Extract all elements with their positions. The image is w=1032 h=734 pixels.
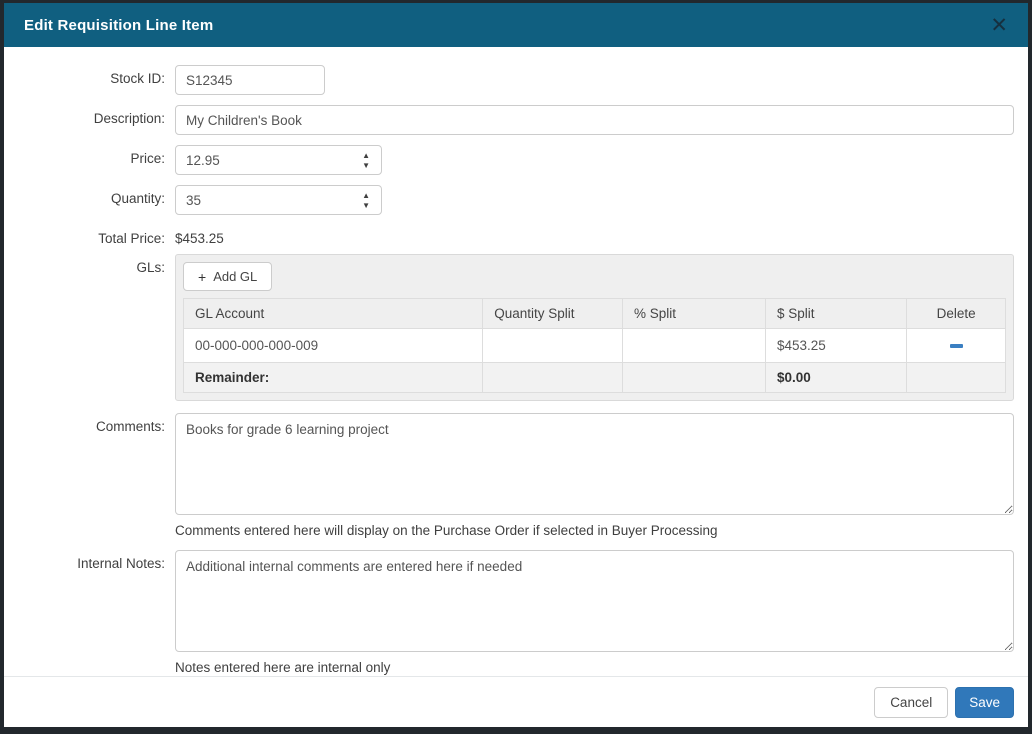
description-row: Description: (4, 105, 1014, 135)
quantity-split-header: Quantity Split (483, 299, 623, 329)
modal-header: Edit Requisition Line Item ✕ (4, 3, 1028, 47)
comments-helper-text: Comments entered here will display on th… (175, 523, 1014, 538)
percent-split-cell[interactable] (622, 329, 765, 363)
price-label: Price: (4, 145, 175, 175)
remainder-label: Remainder: (184, 363, 483, 393)
close-icon[interactable]: ✕ (988, 13, 1010, 38)
gl-panel: + Add GL GL Account Quantity Split % Spl… (175, 254, 1014, 401)
modal-body: Stock ID: Description: Price: ▲ ▼ (4, 47, 1028, 676)
comments-textarea[interactable]: Books for grade 6 learning project (175, 413, 1014, 515)
price-spinner: ▲ ▼ (175, 145, 382, 175)
spin-up-icon[interactable]: ▲ (362, 192, 370, 199)
gl-account-header: GL Account (184, 299, 483, 329)
gl-table-header-row: GL Account Quantity Split % Split $ Spli… (184, 299, 1006, 329)
add-gl-button[interactable]: + Add GL (183, 262, 272, 291)
add-gl-button-label: Add GL (213, 269, 257, 284)
total-price-value: $453.25 (175, 225, 1014, 246)
total-price-label: Total Price: (4, 225, 175, 246)
remainder-delete-cell (907, 363, 1006, 393)
internal-notes-row: Internal Notes: Additional internal comm… (4, 550, 1014, 675)
minus-icon[interactable] (950, 344, 963, 348)
spin-up-icon[interactable]: ▲ (362, 152, 370, 159)
comments-row: Comments: Books for grade 6 learning pro… (4, 413, 1014, 538)
gl-table-row: 00-000-000-000-009 $453.25 (184, 329, 1006, 363)
remainder-percent-split (622, 363, 765, 393)
description-label: Description: (4, 105, 175, 135)
gl-remainder-row: Remainder: $0.00 (184, 363, 1006, 393)
modal-title: Edit Requisition Line Item (24, 17, 988, 34)
dollar-split-header: $ Split (765, 299, 906, 329)
remainder-quantity-split (483, 363, 623, 393)
spin-down-icon[interactable]: ▼ (362, 202, 370, 209)
quantity-split-cell[interactable] (483, 329, 623, 363)
delete-cell (907, 329, 1006, 363)
price-input[interactable] (176, 153, 362, 168)
internal-notes-textarea[interactable]: Additional internal comments are entered… (175, 550, 1014, 652)
gls-label: GLs: (4, 254, 175, 401)
save-button[interactable]: Save (955, 687, 1014, 718)
internal-notes-label: Internal Notes: (4, 550, 175, 675)
gl-account-cell[interactable]: 00-000-000-000-009 (184, 329, 483, 363)
stock-id-label: Stock ID: (4, 65, 175, 95)
modal-footer: Cancel Save (4, 676, 1028, 727)
dollar-split-cell[interactable]: $453.25 (765, 329, 906, 363)
quantity-spinner: ▲ ▼ (175, 185, 382, 215)
cancel-button[interactable]: Cancel (874, 687, 948, 718)
delete-header: Delete (907, 299, 1006, 329)
quantity-label: Quantity: (4, 185, 175, 215)
price-row: Price: ▲ ▼ (4, 145, 1014, 175)
quantity-input[interactable] (176, 193, 362, 208)
stock-id-input[interactable] (175, 65, 325, 95)
quantity-row: Quantity: ▲ ▼ (4, 185, 1014, 215)
remainder-dollar-split: $0.00 (765, 363, 906, 393)
stock-id-row: Stock ID: (4, 65, 1014, 95)
internal-notes-helper-text: Notes entered here are internal only (175, 660, 1014, 675)
gls-row: GLs: + Add GL GL Account Q (4, 254, 1014, 401)
description-input[interactable] (175, 105, 1014, 135)
plus-icon: + (198, 270, 206, 284)
edit-requisition-modal: Edit Requisition Line Item ✕ Stock ID: D… (4, 3, 1028, 727)
spin-down-icon[interactable]: ▼ (362, 162, 370, 169)
percent-split-header: % Split (622, 299, 765, 329)
comments-label: Comments: (4, 413, 175, 538)
gl-table: GL Account Quantity Split % Split $ Spli… (183, 298, 1006, 393)
total-price-row: Total Price: $453.25 (4, 225, 1014, 246)
